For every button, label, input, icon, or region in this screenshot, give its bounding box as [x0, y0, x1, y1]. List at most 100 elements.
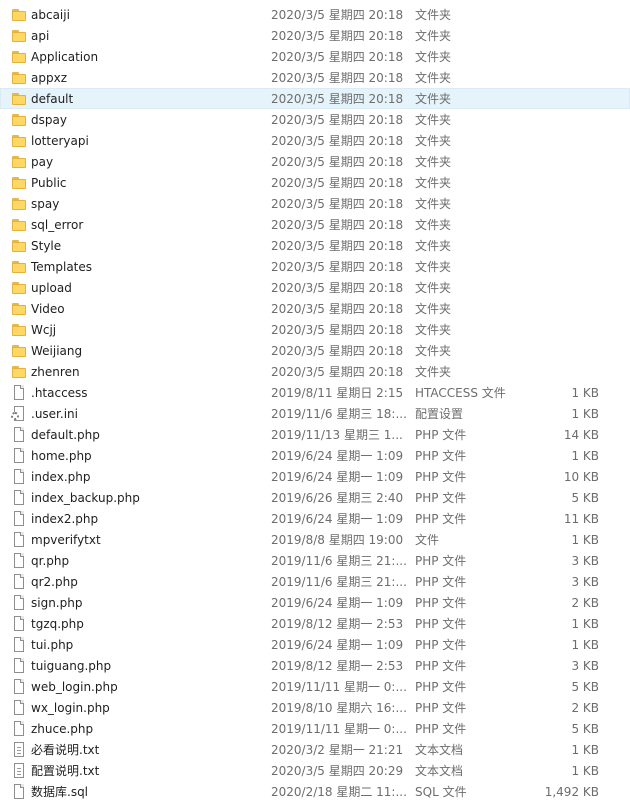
file-row[interactable]: tuiguang.php 2019/8/12 星期一 2:53 PHP 文件 3 KB — [0, 655, 630, 676]
file-type: PHP 文件 — [415, 512, 467, 526]
file-icon — [11, 553, 27, 569]
file-name: Templates — [31, 260, 93, 274]
file-row[interactable]: .htaccess 2019/8/11 星期日 2:15 HTACCESS 文件 1 … — [0, 382, 630, 403]
file-row[interactable]: qr.php 2019/11/6 星期三 21:... PHP 文件 3 KB — [0, 550, 630, 571]
file-date-modified: 2020/3/5 星期四 20:18 — [271, 50, 404, 64]
file-type: PHP 文件 — [415, 554, 467, 568]
file-row[interactable]: wx_login.php 2019/8/10 星期六 16:... PHP 文件 2 … — [0, 697, 630, 718]
file-type: 文件夹 — [415, 344, 452, 358]
file-name: default — [31, 92, 74, 106]
file-type: 文件夹 — [415, 365, 452, 379]
file-date-modified: 2020/3/5 星期四 20:18 — [271, 323, 404, 337]
file-type: PHP 文件 — [415, 659, 467, 673]
file-size: 1 KB — [571, 386, 599, 400]
file-row[interactable]: Weijiang 2020/3/5 星期四 20:18 文件夹 — [0, 340, 630, 361]
file-date-modified: 2019/11/6 星期三 18:... — [271, 407, 407, 421]
file-type: 文件夹 — [415, 323, 452, 337]
file-row[interactable]: 数据库.sql 2020/2/18 星期二 11:... SQL 文件 1,492 K… — [0, 781, 630, 802]
file-icon — [11, 616, 27, 632]
file-name: Weijiang — [31, 344, 83, 358]
file-row[interactable]: .user.ini 2019/11/6 星期三 18:... 配置设置 1 KB — [0, 403, 630, 424]
file-row[interactable]: tui.php 2019/6/24 星期一 1:09 PHP 文件 1 KB — [0, 634, 630, 655]
folder-icon — [11, 196, 27, 212]
file-date-modified: 2020/3/5 星期四 20:18 — [271, 134, 404, 148]
file-row[interactable]: web_login.php 2019/11/11 星期一 0:... PHP 文件 5… — [0, 676, 630, 697]
file-row[interactable]: qr2.php 2019/11/6 星期三 21:... PHP 文件 3 KB — [0, 571, 630, 592]
file-size: 1 KB — [571, 743, 599, 757]
file-date-modified: 2019/6/24 星期一 1:09 — [271, 512, 404, 526]
file-icon — [11, 658, 27, 674]
file-type: 文件夹 — [415, 92, 452, 106]
file-row[interactable]: api 2020/3/5 星期四 20:18 文件夹 — [0, 25, 630, 46]
file-size: 1 KB — [571, 764, 599, 778]
file-row[interactable]: default 2020/3/5 星期四 20:18 文件夹 — [0, 88, 630, 109]
file-row[interactable]: Application 2020/3/5 星期四 20:18 文件夹 — [0, 46, 630, 67]
file-row[interactable]: home.php 2019/6/24 星期一 1:09 PHP 文件 1 KB — [0, 445, 630, 466]
file-row[interactable]: pay 2020/3/5 星期四 20:18 文件夹 — [0, 151, 630, 172]
folder-icon — [11, 154, 27, 170]
file-type: 文件夹 — [415, 260, 452, 274]
file-row[interactable]: zhuce.php 2019/11/11 星期一 0:... PHP 文件 5 KB — [0, 718, 630, 739]
file-date-modified: 2020/3/5 星期四 20:18 — [271, 176, 404, 190]
file-name: appxz — [31, 71, 67, 85]
file-name: abcaiji — [31, 8, 70, 22]
file-type: 配置设置 — [415, 407, 464, 421]
file-date-modified: 2019/6/24 星期一 1:09 — [271, 470, 404, 484]
file-row[interactable]: appxz 2020/3/5 星期四 20:18 文件夹 — [0, 67, 630, 88]
file-icon — [11, 511, 27, 527]
file-size: 1,492 KB — [544, 785, 599, 799]
file-size: 3 KB — [571, 554, 599, 568]
file-row[interactable]: lotteryapi 2020/3/5 星期四 20:18 文件夹 — [0, 130, 630, 151]
file-type: PHP 文件 — [415, 680, 467, 694]
file-type: PHP 文件 — [415, 575, 467, 589]
file-row[interactable]: Wcjj 2020/3/5 星期四 20:18 文件夹 — [0, 319, 630, 340]
file-name: tuiguang.php — [31, 659, 112, 673]
folder-icon — [11, 70, 27, 86]
file-name: 必看说明.txt — [31, 743, 100, 757]
file-row[interactable]: Public 2020/3/5 星期四 20:18 文件夹 — [0, 172, 630, 193]
file-size: 2 KB — [571, 596, 599, 610]
file-row[interactable]: sign.php 2019/6/24 星期一 1:09 PHP 文件 2 KB — [0, 592, 630, 613]
file-date-modified: 2020/3/5 星期四 20:18 — [271, 260, 404, 274]
file-row[interactable]: tgzq.php 2019/8/12 星期一 2:53 PHP 文件 1 KB — [0, 613, 630, 634]
file-row[interactable]: Video 2020/3/5 星期四 20:18 文件夹 — [0, 298, 630, 319]
file-row[interactable]: default.php 2019/11/13 星期三 1... PHP 文件 14 K… — [0, 424, 630, 445]
file-type: 文件夹 — [415, 29, 452, 43]
file-row[interactable]: mpverifytxt 2019/8/8 星期四 19:00 文件 1 KB — [0, 529, 630, 550]
file-row[interactable]: index.php 2019/6/24 星期一 1:09 PHP 文件 10 KB — [0, 466, 630, 487]
file-date-modified: 2020/3/5 星期四 20:18 — [271, 281, 404, 295]
file-icon — [11, 784, 27, 800]
file-name: tui.php — [31, 638, 74, 652]
file-row[interactable]: abcaiji 2020/3/5 星期四 20:18 文件夹 — [0, 4, 630, 25]
file-date-modified: 2020/3/5 星期四 20:18 — [271, 29, 404, 43]
file-row[interactable]: zhenren 2020/3/5 星期四 20:18 文件夹 — [0, 361, 630, 382]
file-type: PHP 文件 — [415, 701, 467, 715]
file-name: Public — [31, 176, 67, 190]
file-row[interactable]: Templates 2020/3/5 星期四 20:18 文件夹 — [0, 256, 630, 277]
file-date-modified: 2019/11/11 星期一 0:... — [271, 722, 407, 736]
file-row[interactable]: Style 2020/3/5 星期四 20:18 文件夹 — [0, 235, 630, 256]
file-size: 1 KB — [571, 407, 599, 421]
file-type: 文件夹 — [415, 302, 452, 316]
file-date-modified: 2020/3/5 星期四 20:18 — [271, 365, 404, 379]
file-row[interactable]: upload 2020/3/5 星期四 20:18 文件夹 — [0, 277, 630, 298]
file-type: 文件夹 — [415, 50, 452, 64]
file-icon — [11, 469, 27, 485]
file-row[interactable]: index2.php 2019/6/24 星期一 1:09 PHP 文件 11 KB — [0, 508, 630, 529]
file-name: Style — [31, 239, 62, 253]
folder-icon — [11, 259, 27, 275]
file-row[interactable]: index_backup.php 2019/6/26 星期三 2:40 PHP 文件… — [0, 487, 630, 508]
file-row[interactable]: sql_error 2020/3/5 星期四 20:18 文件夹 — [0, 214, 630, 235]
file-type: PHP 文件 — [415, 722, 467, 736]
file-name: web_login.php — [31, 680, 118, 694]
folder-icon — [11, 238, 27, 254]
file-row[interactable]: spay 2020/3/5 星期四 20:18 文件夹 — [0, 193, 630, 214]
file-date-modified: 2019/8/12 星期一 2:53 — [271, 659, 404, 673]
file-row[interactable]: 配置说明.txt 2020/3/5 星期四 20:29 文本文档 1 KB — [0, 760, 630, 781]
file-row[interactable]: dspay 2020/3/5 星期四 20:18 文件夹 — [0, 109, 630, 130]
file-row[interactable]: 必看说明.txt 2020/3/2 星期一 21:21 文本文档 1 KB — [0, 739, 630, 760]
file-date-modified: 2020/3/5 星期四 20:18 — [271, 71, 404, 85]
file-name: Wcjj — [31, 323, 57, 337]
file-icon — [11, 700, 27, 716]
file-name: zhenren — [31, 365, 80, 379]
